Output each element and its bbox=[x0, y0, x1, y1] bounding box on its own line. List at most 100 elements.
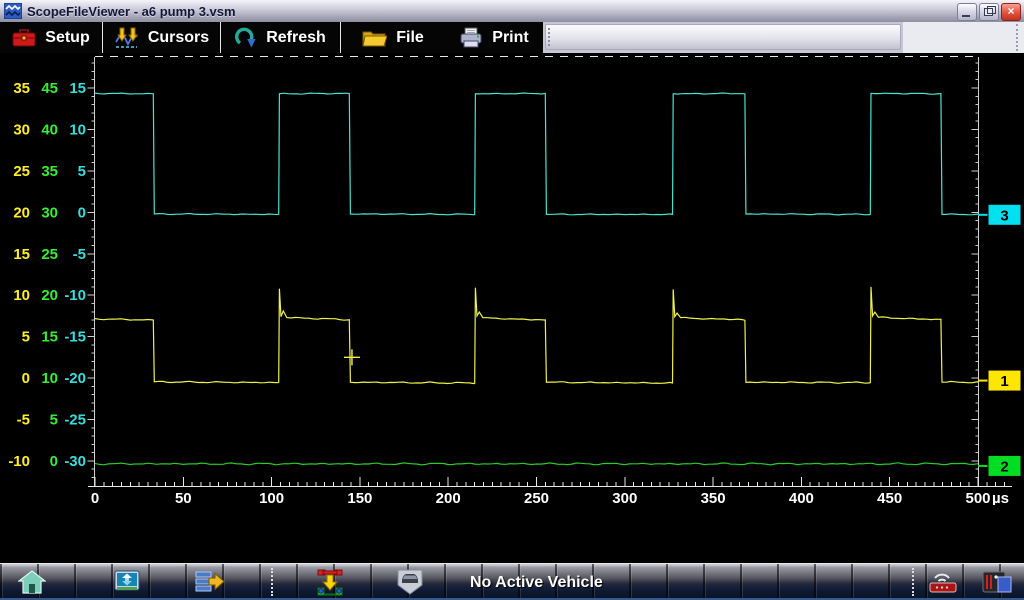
svg-text:25: 25 bbox=[41, 246, 58, 263]
svg-text:-25: -25 bbox=[64, 412, 86, 429]
svg-text:450: 450 bbox=[877, 490, 902, 505]
cursor-crosshair[interactable] bbox=[344, 349, 360, 365]
status-separator bbox=[912, 568, 914, 596]
x-axis: 050100150200250300350400450500µs bbox=[88, 477, 1012, 505]
svg-text:20: 20 bbox=[41, 287, 58, 304]
svg-text:10: 10 bbox=[69, 121, 86, 138]
setup-label: Setup bbox=[45, 29, 89, 47]
app-icon bbox=[4, 3, 22, 19]
svg-text:500: 500 bbox=[965, 490, 990, 505]
channel-marker-3[interactable]: 3 bbox=[978, 204, 1021, 225]
status-bar: No Active Vehicle bbox=[0, 563, 1024, 600]
svg-text:250: 250 bbox=[524, 490, 549, 505]
home-icon bbox=[18, 569, 46, 595]
svg-text:10: 10 bbox=[13, 287, 30, 304]
svg-text:20: 20 bbox=[13, 204, 30, 221]
minimize-button[interactable] bbox=[957, 3, 977, 21]
wireless-icon bbox=[926, 568, 960, 596]
svg-text:-20: -20 bbox=[64, 370, 86, 387]
y-axis-labels-ch3: 151050-5-10-15-20-25-30 bbox=[64, 80, 86, 470]
svg-text:5: 5 bbox=[78, 163, 86, 180]
svg-text:-10: -10 bbox=[8, 453, 30, 470]
folder-icon bbox=[362, 28, 387, 48]
cursors-label: Cursors bbox=[148, 29, 209, 47]
trace-channel-2 bbox=[95, 463, 978, 465]
svg-text:35: 35 bbox=[41, 163, 58, 180]
channel-marker-1[interactable]: 1 bbox=[978, 370, 1021, 391]
file-button[interactable]: File bbox=[340, 22, 445, 53]
svg-text:0: 0 bbox=[22, 370, 30, 387]
left-ruler bbox=[88, 57, 95, 486]
svg-text:-10: -10 bbox=[64, 287, 86, 304]
vehicle-info-button[interactable] bbox=[392, 567, 428, 597]
restore-button[interactable] bbox=[979, 3, 999, 21]
svg-text:1: 1 bbox=[1000, 373, 1008, 390]
toolbar: Setup Cursors Refresh bbox=[0, 22, 1024, 53]
channel-marker-2[interactable]: 2 bbox=[978, 455, 1021, 476]
print-button[interactable]: Print bbox=[445, 22, 543, 53]
refresh-icon bbox=[235, 27, 257, 49]
y-axis-labels-ch1: 35302520151050-5-10 bbox=[8, 80, 30, 470]
svg-text:45: 45 bbox=[41, 80, 58, 97]
refresh-button[interactable]: Refresh bbox=[220, 22, 340, 53]
transport-bar: 00:00:088 bbox=[0, 505, 1024, 563]
svg-text:µs: µs bbox=[992, 490, 1009, 505]
svg-text:15: 15 bbox=[41, 329, 58, 346]
data-exchange-icon bbox=[113, 569, 141, 595]
cursors-icon bbox=[114, 27, 139, 49]
svg-text:2: 2 bbox=[1000, 458, 1008, 475]
svg-text:0: 0 bbox=[91, 490, 99, 505]
svg-text:5: 5 bbox=[50, 412, 58, 429]
y-axis-labels-ch2: 45 40 35 30 25 20 15 10 5 0 bbox=[41, 80, 58, 470]
svg-text:50: 50 bbox=[175, 490, 192, 505]
trace-channel-3 bbox=[95, 93, 978, 215]
setup-button[interactable]: Setup bbox=[0, 22, 102, 53]
module-icon bbox=[981, 568, 1013, 596]
print-label: Print bbox=[492, 29, 528, 47]
scope-list-icon bbox=[194, 569, 226, 595]
toolbar-spacer bbox=[903, 22, 1024, 53]
svg-text:5: 5 bbox=[22, 329, 30, 346]
svg-text:350: 350 bbox=[701, 490, 726, 505]
printer-icon bbox=[459, 27, 483, 48]
vehicle-info-icon bbox=[396, 568, 424, 596]
close-button[interactable]: × bbox=[1001, 3, 1021, 21]
svg-text:300: 300 bbox=[612, 490, 637, 505]
right-ruler bbox=[972, 57, 979, 486]
svg-text:30: 30 bbox=[13, 121, 30, 138]
vehicle-select-icon bbox=[314, 568, 346, 596]
home-button[interactable] bbox=[14, 567, 50, 597]
svg-text:150: 150 bbox=[347, 490, 372, 505]
svg-text:25: 25 bbox=[13, 163, 30, 180]
refresh-label: Refresh bbox=[266, 29, 326, 47]
svg-text:-5: -5 bbox=[17, 412, 30, 429]
svg-text:-5: -5 bbox=[73, 246, 86, 263]
svg-text:30: 30 bbox=[41, 204, 58, 221]
svg-text:15: 15 bbox=[69, 80, 86, 97]
toolbar-grip-bar[interactable] bbox=[545, 24, 901, 50]
file-label: File bbox=[396, 29, 424, 47]
cursors-button[interactable]: Cursors bbox=[102, 22, 220, 53]
svg-text:35: 35 bbox=[13, 80, 30, 97]
svg-text:0: 0 bbox=[50, 453, 58, 470]
svg-text:-15: -15 bbox=[64, 329, 86, 346]
title-bar: ScopeFileViewer - a6 pump 3.vsm × bbox=[0, 0, 1024, 23]
scope-plot[interactable]: 35302520151050-5-10454035302520151050151… bbox=[0, 53, 1024, 505]
svg-text:400: 400 bbox=[789, 490, 814, 505]
svg-text:0: 0 bbox=[78, 204, 86, 221]
toolbox-icon bbox=[12, 28, 36, 48]
scope-data-button[interactable] bbox=[192, 567, 228, 597]
status-separator bbox=[271, 568, 273, 596]
module-status-button[interactable] bbox=[979, 567, 1015, 597]
svg-text:40: 40 bbox=[41, 121, 58, 138]
svg-text:200: 200 bbox=[436, 490, 461, 505]
window-title: ScopeFileViewer - a6 pump 3.vsm bbox=[27, 4, 236, 19]
vehicle-select-button[interactable] bbox=[312, 567, 348, 597]
svg-text:3: 3 bbox=[1000, 207, 1008, 224]
data-exchange-button[interactable] bbox=[109, 567, 145, 597]
wireless-scope-button[interactable] bbox=[925, 567, 961, 597]
waveform-chart: 35302520151050-5-10454035302520151050151… bbox=[0, 53, 1024, 505]
trace-channel-1 bbox=[95, 287, 978, 384]
svg-text:10: 10 bbox=[41, 370, 58, 387]
scope-file-viewer-window: ScopeFileViewer - a6 pump 3.vsm × Setup bbox=[0, 0, 1024, 600]
